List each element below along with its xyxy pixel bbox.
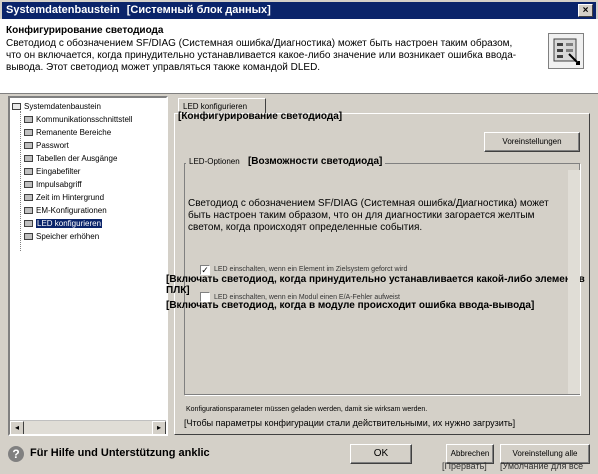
title-bar: Systemdatenbaustein [Системный блок данн… bbox=[2, 2, 596, 19]
block-icon bbox=[24, 220, 33, 228]
tree-item-label: Zeit im Hintergrund bbox=[36, 193, 105, 202]
tree-item-output-tables[interactable]: Tabellen der Ausgänge bbox=[24, 152, 117, 166]
force-led-label: LED einschalten, wenn ein Element im Zie… bbox=[214, 266, 408, 273]
scroll-right-button[interactable]: ▸ bbox=[152, 421, 166, 434]
ok-button[interactable]: OK bbox=[350, 444, 412, 464]
tree-item-label: Tabellen der Ausgänge bbox=[36, 154, 118, 163]
block-icon bbox=[24, 129, 33, 137]
tree-item-increase-memory[interactable]: Speicher erhöhen bbox=[24, 230, 99, 244]
window-title: Systemdatenbaustein bbox=[6, 4, 120, 16]
tree-item-led-config[interactable]: LED konfigurieren bbox=[24, 217, 103, 231]
led-options-legend: LED-Optionen [Возможности светодиода] bbox=[186, 156, 386, 167]
led-config-icon bbox=[548, 33, 584, 69]
tree-item-label: Speicher erhöhen bbox=[36, 232, 100, 241]
scroll-left-button[interactable]: ◂ bbox=[10, 421, 24, 434]
block-icon bbox=[12, 103, 21, 111]
led-options-legend-translation: [Возможности светодиода] bbox=[247, 156, 383, 167]
header-title: Конфигурирование светодиода bbox=[6, 25, 164, 36]
block-icon bbox=[24, 155, 33, 163]
help-icon[interactable]: ? bbox=[8, 446, 24, 462]
system-data-block-window: Systemdatenbaustein [Системный блок данн… bbox=[0, 0, 598, 474]
force-led-label-translation: [Включать светодиод, когда принудительно… bbox=[166, 274, 585, 296]
block-icon bbox=[24, 207, 33, 215]
block-icon bbox=[24, 233, 33, 241]
tree-item-label: Systemdatenbaustein bbox=[24, 102, 101, 111]
tree-horizontal-scrollbar[interactable]: ◂ ▸ bbox=[10, 420, 166, 434]
tree-item-label: Impulsabgriff bbox=[36, 180, 82, 189]
tree-item-em-config[interactable]: EM-Konfigurationen bbox=[24, 204, 107, 218]
tree-item-label: Passwort bbox=[36, 141, 69, 150]
tree-item-label: LED konfigurieren bbox=[36, 219, 103, 228]
help-link[interactable]: Für Hilfe und Unterstützung anklic bbox=[30, 447, 210, 459]
tree-item-background-time[interactable]: Zeit im Hintergrund bbox=[24, 191, 104, 205]
cancel-translation: [Прервать] bbox=[442, 461, 487, 471]
tree-item-label: EM-Konfigurationen bbox=[36, 206, 107, 215]
options-vertical-scrollbar[interactable] bbox=[568, 170, 580, 394]
close-button[interactable]: × bbox=[578, 4, 593, 17]
block-icon bbox=[24, 116, 33, 124]
led-options-legend-text: LED-Optionen bbox=[189, 157, 240, 166]
tree-item-password[interactable]: Passwort bbox=[24, 139, 69, 153]
tree-item-retentive[interactable]: Remanente Bereiche bbox=[24, 126, 111, 140]
header-description: Светодиод с обозначением SF/DIAG (Систем… bbox=[6, 38, 517, 73]
tree-item-label: Eingabefilter bbox=[36, 167, 81, 176]
tree-item-label: Remanente Bereiche bbox=[36, 128, 112, 137]
settings-tree: Systemdatenbaustein Kommunikationsschnit… bbox=[8, 96, 168, 436]
window-title-translation: [Системный блок данных] bbox=[126, 4, 271, 16]
config-note-translation: [Чтобы параметры конфигурации стали дейс… bbox=[184, 418, 516, 428]
defaults-button[interactable]: Voreinstellungen bbox=[484, 132, 580, 152]
led-options-description: Светодиод с обозначением SF/DIAG (Систем… bbox=[188, 198, 549, 233]
restore-all-defaults-translation: [Умолчание для все bbox=[500, 461, 584, 471]
tree-connector bbox=[20, 111, 21, 251]
tree-item-input-filter[interactable]: Eingabefilter bbox=[24, 165, 80, 179]
tab-label-translation: [Конфигурирование светодиода] bbox=[178, 111, 343, 122]
info-header: Конфигурирование светодиода Светодиод с … bbox=[0, 19, 598, 94]
tree-item-root[interactable]: Systemdatenbaustein bbox=[12, 100, 101, 114]
tree-item-communication[interactable]: Kommunikationsschnittstell bbox=[24, 113, 132, 127]
config-note: Konfigurationsparameter müssen geladen w… bbox=[186, 406, 428, 413]
tree-item-pulse-catch[interactable]: Impulsabgriff bbox=[24, 178, 82, 192]
tree-item-label: Kommunikationsschnittstell bbox=[36, 115, 133, 124]
block-icon bbox=[24, 194, 33, 202]
block-icon bbox=[24, 181, 33, 189]
block-icon bbox=[24, 168, 33, 176]
block-icon bbox=[24, 142, 33, 150]
io-error-led-label-translation: [Включать светодиод, когда в модуле прои… bbox=[166, 300, 535, 311]
